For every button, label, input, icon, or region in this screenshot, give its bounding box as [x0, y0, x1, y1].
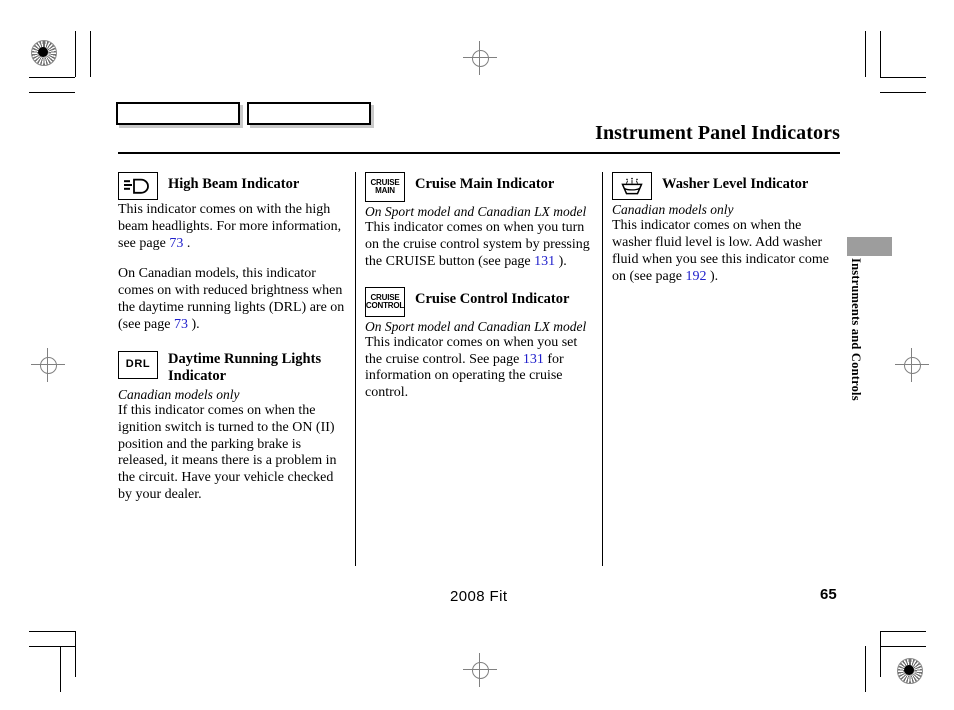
- indicator-model-note: Canadian models only: [118, 386, 240, 402]
- indicator-paragraph: On Canadian models, this indicator comes…: [118, 266, 346, 333]
- section-thumb-tab: [847, 237, 892, 256]
- indicator-title: High Beam Indicator: [168, 176, 300, 192]
- header-box-right: [247, 102, 371, 125]
- cruise-control-icon-label: CRUISE CONTROL: [365, 293, 405, 310]
- crop-mark-bottom-right-v: [880, 631, 881, 677]
- crosshair-circle: [40, 357, 57, 374]
- crop-mark-bottom-right-outer-h: [880, 646, 926, 647]
- indicator-paragraph: This indicator comes on when you set the…: [365, 335, 593, 402]
- indicator-block-cruise-main: CRUISE MAIN Cruise Main Indicator On Spo…: [365, 172, 593, 271]
- indicator-paragraph: This indicator comes on with the high be…: [118, 202, 346, 252]
- crop-mark-top-right-outer-h: [880, 92, 926, 93]
- drl-text-icon: DRL: [118, 350, 158, 379]
- section-tab-label: Instruments and Controls: [849, 258, 863, 401]
- indicator-title: Daytime Running Lights Indicator: [168, 350, 322, 384]
- drl-icon-label: DRL: [125, 358, 151, 371]
- indicator-model-note: On Sport model and Canadian LX model: [365, 204, 587, 219]
- crop-mark-top-left-outer-v: [90, 31, 91, 77]
- crop-mark-bottom-left-h: [29, 631, 75, 632]
- crop-mark-top-left-h: [29, 77, 75, 78]
- indicator-title: Cruise Control Indicator: [415, 290, 570, 307]
- washer-fluid-icon: [612, 172, 652, 200]
- crosshair-mark-left: [31, 348, 65, 382]
- registration-dot: [904, 665, 914, 675]
- paragraph-run: This indicator comes on with the high be…: [118, 202, 342, 251]
- registration-dot: [38, 47, 48, 57]
- paragraph-run: ).: [187, 316, 200, 332]
- crosshair-circle: [472, 50, 489, 67]
- column-2: CRUISE MAIN Cruise Main Indicator On Spo…: [365, 172, 593, 402]
- indicator-block-washer-level: Washer Level Indicator Canadian models o…: [612, 172, 842, 285]
- cruise-main-text-icon: CRUISE MAIN: [365, 172, 405, 202]
- indicator-header: DRL Daytime Running Lights Indicator: [118, 350, 346, 385]
- page-reference-link[interactable]: 73: [174, 317, 188, 332]
- crosshair-vertical: [47, 348, 48, 382]
- crop-mark-top-right-v: [880, 31, 881, 77]
- indicator-header: CRUISE MAIN Cruise Main Indicator: [365, 172, 593, 202]
- page-reference-link[interactable]: 131: [534, 254, 555, 269]
- column-1: High Beam Indicator This indicator comes…: [118, 172, 346, 504]
- indicator-paragraph: This indicator comes on when the washer …: [612, 218, 842, 285]
- high-beam-icon: [118, 172, 158, 200]
- indicator-title: Cruise Main Indicator: [415, 176, 555, 192]
- footer-page-number: 65: [820, 586, 837, 603]
- column-divider-2: [602, 172, 603, 566]
- header-box-left: [116, 102, 240, 125]
- paragraph-run: ).: [706, 268, 719, 284]
- crosshair-circle: [472, 662, 489, 679]
- crosshair-mark-top: [463, 41, 497, 75]
- title-underline-rule: [118, 152, 840, 154]
- paragraph-run: This indicator comes on when the washer …: [612, 218, 829, 284]
- crop-mark-bottom-right-outer-v: [865, 646, 866, 692]
- crop-mark-top-left-v: [75, 31, 76, 77]
- crosshair-horizontal: [463, 57, 497, 58]
- indicator-block-high-beam: High Beam Indicator This indicator comes…: [118, 172, 346, 334]
- indicator-model-note: Canadian models only: [612, 202, 734, 217]
- crop-mark-top-right-h: [880, 77, 926, 78]
- cruise-control-text-icon: CRUISE CONTROL: [365, 286, 405, 317]
- footer-model-year: 2008 Fit: [450, 588, 508, 605]
- indicator-paragraph: If this indicator comes on when the igni…: [118, 402, 337, 502]
- column-3: Washer Level Indicator Canadian models o…: [612, 172, 842, 285]
- cruise-main-icon-label: CRUISE MAIN: [370, 179, 399, 195]
- registration-mark-top-left: [31, 40, 57, 66]
- crosshair-circle: [904, 357, 921, 374]
- paragraph-run: .: [183, 235, 191, 251]
- page-reference-link[interactable]: 131: [523, 352, 544, 367]
- column-divider-1: [355, 172, 356, 566]
- crop-mark-bottom-left-outer-h: [29, 646, 75, 647]
- paragraph-run: On Canadian models, this indicator comes…: [118, 266, 345, 332]
- crosshair-vertical: [479, 653, 480, 687]
- crosshair-vertical: [911, 348, 912, 382]
- crosshair-mark-bottom: [463, 653, 497, 687]
- paragraph-run: ).: [555, 253, 567, 269]
- crosshair-horizontal: [895, 364, 929, 365]
- registration-mark-bottom-right: [897, 658, 923, 684]
- indicator-title: Washer Level Indicator: [662, 176, 809, 192]
- indicator-header: High Beam Indicator: [118, 172, 346, 200]
- crosshair-mark-right: [895, 348, 929, 382]
- crop-mark-bottom-left-v: [75, 631, 76, 677]
- crop-mark-bottom-left-outer-v: [60, 646, 61, 692]
- icon-label-line-2: MAIN: [375, 186, 395, 195]
- page-reference-link[interactable]: 73: [169, 236, 183, 251]
- indicator-model-note: On Sport model and Canadian LX model: [365, 318, 587, 334]
- icon-label-line-2: CONTROL: [365, 300, 405, 310]
- crosshair-vertical: [479, 41, 480, 75]
- crop-mark-top-left-outer-h: [29, 92, 75, 93]
- indicator-block-cruise-control: CRUISE CONTROL Cruise Control Indicator …: [365, 286, 593, 402]
- crop-mark-top-right-outer-v: [865, 31, 866, 77]
- crop-mark-bottom-right-h: [880, 631, 926, 632]
- indicator-paragraph: This indicator comes on when you turn on…: [365, 220, 593, 270]
- crosshair-horizontal: [463, 669, 497, 670]
- page-reference-link[interactable]: 192: [685, 269, 706, 284]
- indicator-header: CRUISE CONTROL Cruise Control Indicator: [365, 286, 593, 317]
- crosshair-horizontal: [31, 364, 65, 365]
- page-title: Instrument Panel Indicators: [595, 122, 840, 144]
- indicator-block-daytime-running-lights: DRL Daytime Running Lights Indicator Can…: [118, 350, 346, 504]
- indicator-header: Washer Level Indicator: [612, 172, 842, 200]
